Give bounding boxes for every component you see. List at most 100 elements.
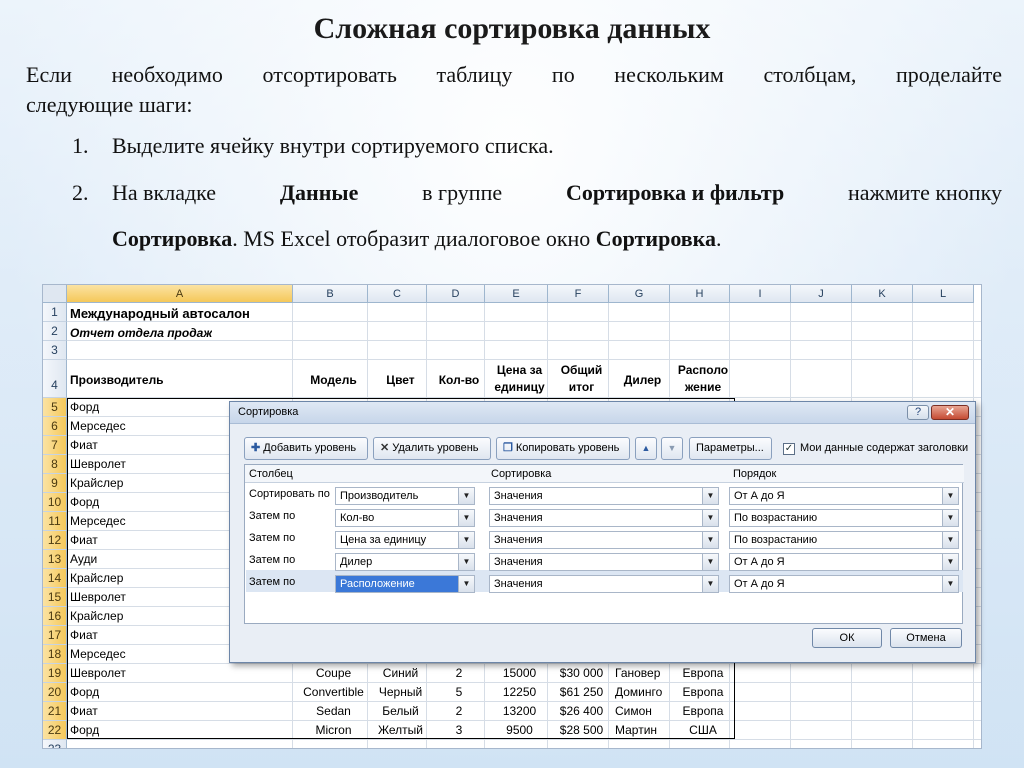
row-header-cell[interactable]: 15 <box>43 588 67 607</box>
column-header-cell[interactable]: G <box>609 285 670 303</box>
sheet-title[interactable]: Международный автосалон <box>70 306 250 321</box>
order-select-value: По возрастанию <box>734 512 818 524</box>
row-header-cell[interactable]: 5 <box>43 398 67 417</box>
header-cell[interactable]: Располо <box>673 363 733 377</box>
sort-on-select[interactable]: Значения ▼ <box>489 509 719 527</box>
column-header-cell[interactable]: H <box>670 285 730 303</box>
sheet-subtitle[interactable]: Отчет отдела продаж <box>70 326 212 340</box>
dropdown-arrow-icon[interactable]: ▼ <box>458 554 474 570</box>
row-header-cell[interactable]: 12 <box>43 531 67 550</box>
step-number: 1. <box>72 133 89 158</box>
column-header-cell[interactable]: D <box>427 285 485 303</box>
column-header-cell[interactable]: J <box>791 285 852 303</box>
dropdown-arrow-icon[interactable]: ▼ <box>702 554 718 570</box>
header-cell[interactable]: жение <box>673 380 733 394</box>
dropdown-arrow-icon[interactable]: ▼ <box>942 532 958 548</box>
column-select[interactable]: Дилер ▼ <box>335 553 475 571</box>
dropdown-arrow-icon[interactable]: ▼ <box>458 532 474 548</box>
column-select[interactable]: Кол-во ▼ <box>335 509 475 527</box>
row-header-cell[interactable]: 7 <box>43 436 67 455</box>
add-level-button[interactable]: ✚ Добавить уровень <box>244 437 368 460</box>
step-text-continued: Сортировка. MS Excel отобразит диалогово… <box>112 224 722 254</box>
delete-level-button[interactable]: ✕ Удалить уровень <box>373 437 491 460</box>
column-header-cell[interactable]: I <box>730 285 791 303</box>
dropdown-arrow-icon[interactable]: ▼ <box>702 510 718 526</box>
row-header-cell[interactable]: 4 <box>43 360 67 398</box>
column-header-cell[interactable]: F <box>548 285 609 303</box>
row-header-cell[interactable]: 9 <box>43 474 67 493</box>
header-cell[interactable]: Цвет <box>371 373 430 387</box>
level-label: Затем по <box>249 510 296 522</box>
order-select[interactable]: От А до Я ▼ <box>729 553 959 571</box>
dropdown-arrow-icon[interactable]: ▼ <box>458 576 474 592</box>
sort-dialog[interactable]: Сортировка ? ✕ ✚ Добавить уровень ✕ Удалит… <box>229 401 976 663</box>
column-header-cell[interactable]: B <box>293 285 368 303</box>
header-cell[interactable]: Цена за <box>488 363 551 377</box>
sort-on-select[interactable]: Значения ▼ <box>489 553 719 571</box>
header-cell[interactable]: единицу <box>488 380 551 394</box>
dropdown-arrow-icon[interactable]: ▼ <box>942 554 958 570</box>
row-header-cell[interactable]: 16 <box>43 607 67 626</box>
sort-on-select[interactable]: Значения ▼ <box>489 575 719 593</box>
row-header-cell[interactable]: 3 <box>43 341 67 360</box>
column-select[interactable]: Расположение ▼ <box>335 575 475 593</box>
column-header-cell[interactable]: C <box>368 285 427 303</box>
row-header-cell[interactable]: 18 <box>43 645 67 664</box>
row-header-cell[interactable]: 20 <box>43 683 67 702</box>
header-cell[interactable]: Кол-во <box>430 373 488 387</box>
dropdown-arrow-icon[interactable]: ▼ <box>942 576 958 592</box>
row-header-cell[interactable]: 14 <box>43 569 67 588</box>
order-select[interactable]: От А до Я ▼ <box>729 487 959 505</box>
column-header-cell[interactable]: K <box>852 285 913 303</box>
column-select[interactable]: Производитель ▼ <box>335 487 475 505</box>
row-header-cell[interactable]: 11 <box>43 512 67 531</box>
dropdown-arrow-icon[interactable]: ▼ <box>702 532 718 548</box>
row-header-cell[interactable]: 21 <box>43 702 67 721</box>
sort-on-select-value: Значения <box>494 556 543 568</box>
header-cell[interactable]: итог <box>551 380 612 394</box>
close-button[interactable]: ✕ <box>931 405 969 420</box>
row-header-cell[interactable]: 13 <box>43 550 67 569</box>
order-select[interactable]: От А до Я ▼ <box>729 575 959 593</box>
intro-text-line1: Если необходимо отсортировать таблицу по… <box>26 62 1002 87</box>
header-cell[interactable]: Общий <box>551 363 612 377</box>
order-select[interactable]: По возрастанию ▼ <box>729 509 959 527</box>
dropdown-arrow-icon[interactable]: ▼ <box>942 510 958 526</box>
row-header-cell[interactable]: 22 <box>43 721 67 740</box>
dropdown-arrow-icon[interactable]: ▼ <box>458 488 474 504</box>
cancel-button[interactable]: Отмена <box>890 628 962 648</box>
help-button[interactable]: ? <box>907 405 929 420</box>
options-button[interactable]: Параметры... <box>689 437 772 460</box>
move-up-button[interactable]: ▲ <box>635 437 657 460</box>
column-select-value: Цена за единицу <box>340 534 427 546</box>
copy-level-button[interactable]: ❐ Копировать уровень <box>496 437 630 460</box>
column-header-cell[interactable]: L <box>913 285 974 303</box>
sort-levels-panel[interactable]: Столбец Сортировка Порядок Сортировать п… <box>244 464 964 624</box>
row-header-cell[interactable]: 19 <box>43 664 67 683</box>
row-header-cell[interactable]: 17 <box>43 626 67 645</box>
row-header-cell[interactable]: 23 <box>43 740 67 748</box>
row-header-cell[interactable]: 10 <box>43 493 67 512</box>
header-cell[interactable]: Производитель <box>70 373 164 387</box>
column-header-cell[interactable]: A <box>67 285 293 303</box>
has-headers-checkbox[interactable]: ✓ <box>783 443 795 455</box>
order-select[interactable]: По возрастанию ▼ <box>729 531 959 549</box>
move-down-button[interactable]: ▼ <box>661 437 683 460</box>
header-cell[interactable]: Модель <box>296 373 371 387</box>
dialog-titlebar[interactable]: Сортировка ? ✕ <box>230 402 975 424</box>
row-header-cell[interactable]: 8 <box>43 455 67 474</box>
row-header-cell[interactable]: 1 <box>43 303 67 322</box>
sort-on-select[interactable]: Значения ▼ <box>489 531 719 549</box>
column-select[interactable]: Цена за единицу ▼ <box>335 531 475 549</box>
column-header-cell[interactable]: E <box>485 285 548 303</box>
row-header-cell[interactable]: 2 <box>43 322 67 341</box>
dropdown-arrow-icon[interactable]: ▼ <box>702 488 718 504</box>
header-cell[interactable]: Дилер <box>612 373 673 387</box>
ok-button[interactable]: ОК <box>812 628 882 648</box>
row-header-cell[interactable]: 6 <box>43 417 67 436</box>
dropdown-arrow-icon[interactable]: ▼ <box>458 510 474 526</box>
sort-on-select[interactable]: Значения ▼ <box>489 487 719 505</box>
dropdown-arrow-icon[interactable]: ▼ <box>942 488 958 504</box>
select-all-corner[interactable] <box>43 285 67 303</box>
dropdown-arrow-icon[interactable]: ▼ <box>702 576 718 592</box>
